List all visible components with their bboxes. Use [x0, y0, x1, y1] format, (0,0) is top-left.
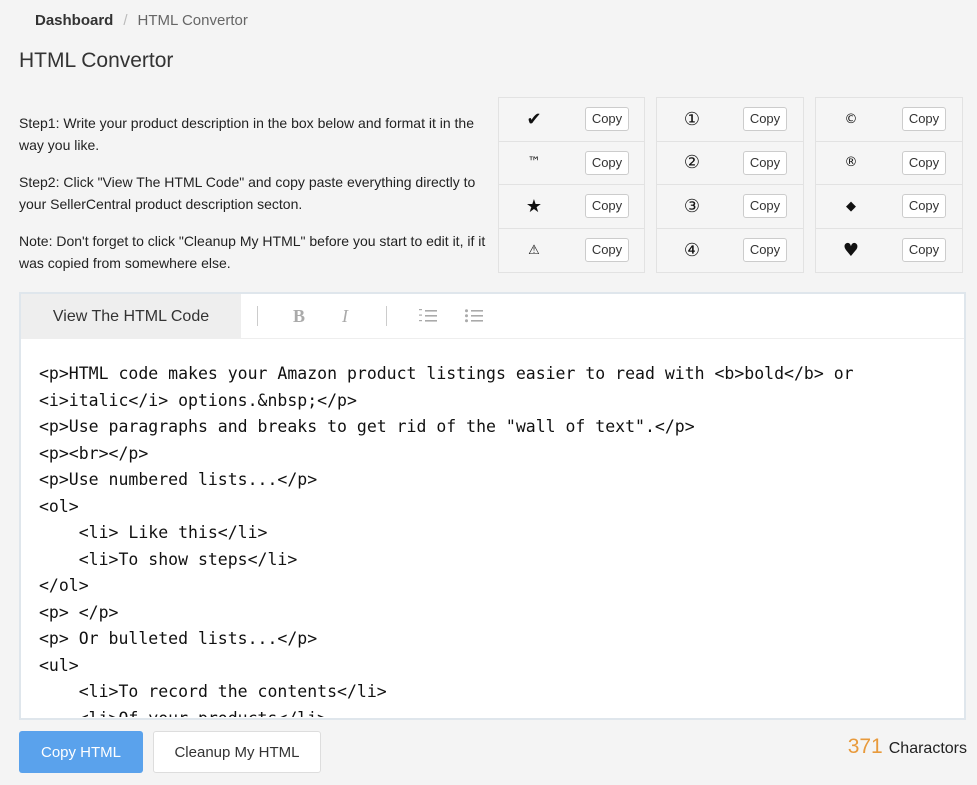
toolbar-divider	[257, 306, 258, 326]
instruction-step2: Step2: Click "View The HTML Code" and co…	[19, 174, 476, 212]
code-line: </ol>	[39, 576, 89, 595]
copy-circled-one-button[interactable]: Copy	[743, 107, 787, 132]
breadcrumb: Dashboard / HTML Convertor	[35, 12, 248, 29]
circled-three-icon: ③	[683, 195, 701, 217]
symbol-row: ② Copy	[657, 142, 803, 185]
code-line: <p>HTML code makes your Amazon product l…	[39, 364, 854, 383]
copy-heart-button[interactable]: Copy	[902, 238, 946, 263]
circled-two-icon: ②	[683, 152, 701, 174]
toolbar-divider	[386, 306, 387, 326]
symbol-row: ® Copy	[816, 142, 962, 185]
checkmark-icon: ✔	[526, 108, 542, 130]
symbol-row: ✔ Copy	[499, 98, 644, 142]
symbol-group-2: ① Copy ② Copy ③ Copy ④ Copy	[656, 97, 804, 273]
italic-button[interactable]: I	[330, 301, 360, 331]
character-count: 371 Charactors	[848, 735, 967, 759]
code-line: <ul>	[39, 655, 79, 675]
copy-checkmark-button[interactable]: Copy	[585, 107, 629, 132]
code-line: <p>Use paragraphs and breaks to get rid …	[39, 417, 695, 436]
code-line: <li>To record the contents</li>	[39, 682, 387, 701]
instruction-note: Note: Don't forget to click "Cleanup My …	[19, 233, 486, 271]
code-line: <p>Use numbered lists...</p>	[39, 470, 318, 489]
numbered-list-button[interactable]	[413, 301, 443, 331]
instruction-step1: Step1: Write your product description in…	[19, 115, 474, 153]
view-html-code-tab[interactable]: View The HTML Code	[21, 293, 241, 339]
code-line: <i>italic</i> options.&nbsp;</p>	[39, 390, 357, 410]
heart-icon: ♥	[842, 239, 860, 261]
star-icon: ★	[525, 195, 543, 217]
symbol-row: ™ Copy	[499, 142, 644, 185]
trademark-icon: ™	[527, 155, 541, 171]
symbol-row: ① Copy	[657, 98, 803, 142]
copy-trademark-button[interactable]: Copy	[585, 150, 629, 175]
symbol-group-3: © Copy ® Copy ◆ Copy ♥ Copy	[815, 97, 963, 273]
character-count-label: Charactors	[888, 740, 967, 757]
copy-circled-four-button[interactable]: Copy	[743, 238, 787, 263]
editor-toolbar: View The HTML Code B I	[21, 293, 964, 339]
copy-registered-button[interactable]: Copy	[902, 150, 946, 175]
html-code-textarea[interactable]: <p>HTML code makes your Amazon product l…	[21, 339, 964, 717]
symbol-row: © Copy	[816, 98, 962, 142]
symbol-row: ★ Copy	[499, 185, 644, 229]
page-title: HTML Convertor	[19, 49, 174, 72]
copy-circled-three-button[interactable]: Copy	[743, 194, 787, 219]
code-line: <p><br></p>	[39, 443, 149, 463]
instructions: Step1: Write your product description in…	[19, 112, 489, 289]
code-line: <li>To show steps</li>	[39, 549, 298, 569]
registered-icon: ®	[844, 155, 858, 171]
breadcrumb-separator: /	[123, 12, 128, 29]
copy-star-button[interactable]: Copy	[585, 194, 629, 219]
symbol-row: ③ Copy	[657, 185, 803, 229]
html-editor: View The HTML Code B I <p>HTML code make…	[19, 292, 966, 720]
symbol-row: ◆ Copy	[816, 185, 962, 229]
copy-html-button[interactable]: Copy HTML	[19, 731, 143, 773]
code-line: <p> </p>	[39, 602, 119, 622]
warning-icon: ⚠	[528, 242, 540, 258]
code-line: <li> Like this</li>	[39, 523, 268, 542]
character-count-value: 371	[847, 735, 883, 758]
copy-circled-two-button[interactable]: Copy	[743, 150, 787, 175]
code-line: <ol>	[39, 496, 79, 516]
circled-one-icon: ①	[683, 108, 701, 130]
breadcrumb-current: HTML Convertor	[137, 12, 248, 29]
copyright-icon: ©	[844, 111, 858, 127]
symbol-row: ④ Copy	[657, 229, 803, 273]
bullet-list-icon	[465, 309, 483, 323]
symbol-row: ♥ Copy	[816, 229, 962, 273]
symbol-row: ⚠ Copy	[499, 229, 644, 273]
copy-copyright-button[interactable]: Copy	[902, 107, 946, 132]
symbol-group-1: ✔ Copy ™ Copy ★ Copy ⚠ Copy	[498, 97, 645, 273]
bold-button[interactable]: B	[284, 301, 314, 331]
bullet-list-button[interactable]	[459, 301, 489, 331]
copy-warning-button[interactable]: Copy	[585, 238, 629, 263]
circled-four-icon: ④	[683, 239, 701, 261]
code-line: <li>Of your products</li>	[39, 706, 946, 718]
code-line: <p> Or bulleted lists...</p>	[39, 629, 318, 648]
diamond-icon: ◆	[846, 198, 856, 214]
cleanup-html-button[interactable]: Cleanup My HTML	[153, 731, 321, 773]
numbered-list-icon	[419, 309, 437, 322]
copy-diamond-button[interactable]: Copy	[902, 194, 946, 219]
breadcrumb-dashboard-link[interactable]: Dashboard	[35, 12, 113, 29]
